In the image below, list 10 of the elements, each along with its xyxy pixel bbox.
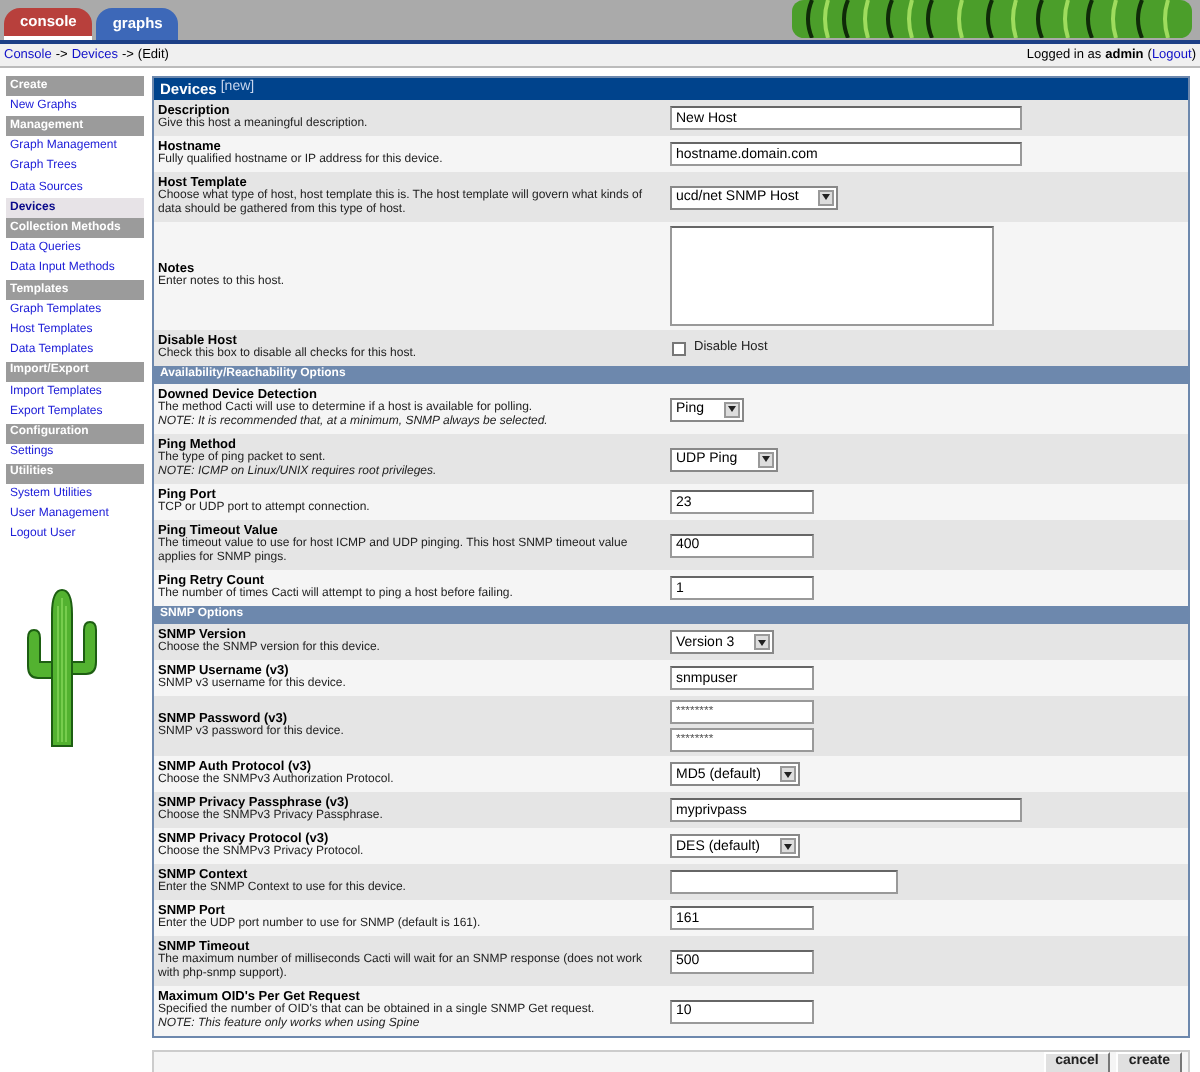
caret-icon	[757, 451, 774, 467]
text-field[interactable]	[670, 870, 898, 894]
caret-icon	[818, 189, 835, 205]
caret-icon	[780, 766, 797, 782]
checkbox[interactable]	[672, 341, 686, 355]
caret-icon	[780, 838, 797, 854]
cactus-logo-icon	[22, 585, 102, 750]
caret-icon	[724, 401, 741, 417]
notes-textarea[interactable]	[670, 226, 994, 326]
caret-icon	[754, 634, 771, 650]
